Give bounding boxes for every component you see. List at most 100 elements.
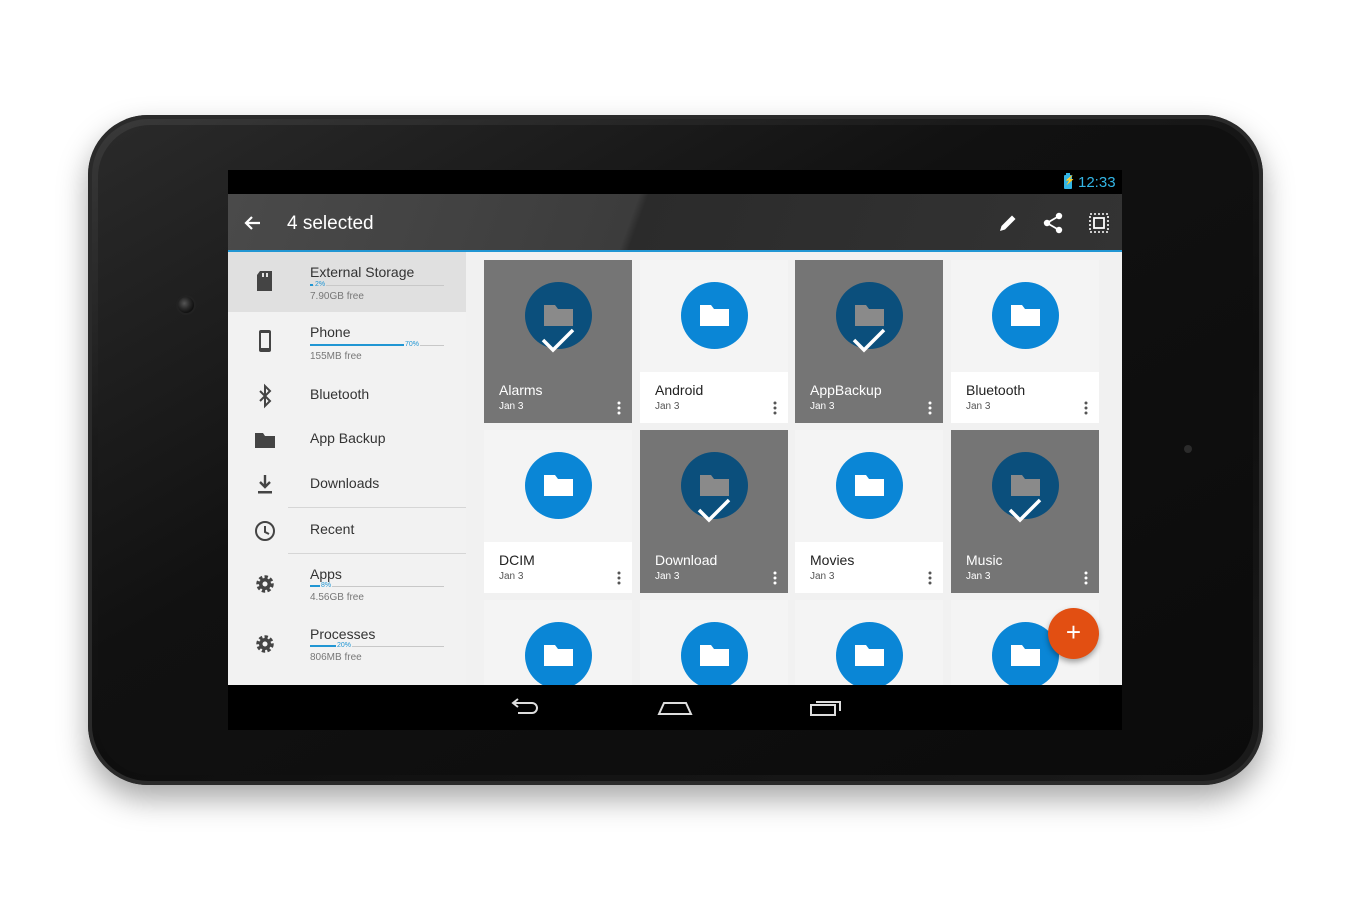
checkmark-icon: [852, 328, 886, 353]
front-camera: [178, 297, 194, 313]
more-vert-icon[interactable]: [616, 400, 622, 416]
folder-card[interactable]: Alarms Jan 3: [484, 260, 632, 423]
sidebar-item-apps[interactable]: Apps 8% 4.56GB free: [228, 554, 466, 614]
sidebar-item-label: Phone: [310, 324, 351, 340]
selection-count-title: 4 selected: [287, 213, 374, 234]
folder-info: Download Jan 3: [640, 542, 788, 593]
folder-name: Movies: [810, 552, 855, 568]
folder-badge: [525, 282, 592, 353]
folder-card[interactable]: [484, 600, 632, 685]
more-vert-icon[interactable]: [1083, 400, 1089, 416]
more-vert-icon[interactable]: [772, 570, 778, 586]
status-clock: 12:33: [1078, 174, 1116, 191]
folder-info: Android Jan 3: [640, 372, 788, 423]
action-bar: 4 selected: [228, 194, 1122, 252]
storage-usage-percent: 8%: [320, 582, 333, 589]
bluetooth-icon: [259, 383, 272, 409]
folder-thumbnail: [484, 430, 632, 542]
sidebar-item-label: Bluetooth: [310, 386, 370, 402]
sidebar-item-app-backup[interactable]: App Backup: [228, 417, 466, 462]
gear-icon: [256, 635, 274, 653]
folder-card[interactable]: Bluetooth Jan 3: [951, 260, 1099, 423]
folder-date: Jan 3: [655, 401, 680, 412]
home-icon[interactable]: [657, 694, 693, 720]
folder-name: Alarms: [499, 382, 543, 398]
folder-date: Jan 3: [499, 571, 524, 582]
folder-card[interactable]: Android Jan 3: [640, 260, 788, 423]
folder-name: Android: [655, 382, 704, 398]
folder-thumbnail: [640, 600, 788, 685]
sidebar-item-label: Processes: [310, 626, 376, 642]
storage-usage-percent: 70%: [404, 341, 421, 348]
screen: 12:33 4 selected External Storage 2%: [228, 170, 1122, 730]
sidebar-item-external-storage[interactable]: External Storage 2% 7.90GB free: [228, 252, 466, 312]
storage-usage-fill: [310, 645, 337, 647]
folder-name: Bluetooth: [966, 382, 1026, 398]
folder-badge: [836, 452, 903, 519]
folder-date: Jan 3: [966, 401, 991, 412]
folder-info: AppBackup Jan 3: [795, 372, 943, 423]
sidebar-item-downloads[interactable]: Downloads: [228, 462, 466, 507]
folder-icon: [1011, 475, 1040, 496]
back-arrow-icon[interactable]: [238, 208, 268, 238]
sidebar-item-processes[interactable]: Processes 20% 806MB free: [228, 614, 466, 674]
folder-badge: [681, 452, 748, 523]
checkmark-icon: [697, 498, 731, 523]
recent-apps-icon[interactable]: [808, 694, 844, 720]
folder-card[interactable]: DCIM Jan 3: [484, 430, 632, 593]
folder-icon: [700, 645, 729, 666]
folder-card[interactable]: Music Jan 3: [951, 430, 1099, 593]
add-fab-button[interactable]: +: [1048, 608, 1099, 659]
edit-icon[interactable]: [994, 209, 1022, 237]
share-icon[interactable]: [1039, 209, 1067, 237]
folder-thumbnail: [951, 430, 1099, 542]
folder-info: Alarms Jan 3: [484, 372, 632, 423]
storage-usage-percent: 20%: [336, 642, 353, 649]
folder-badge: [525, 622, 592, 685]
phone-icon: [259, 330, 271, 352]
light-sensor: [1184, 445, 1192, 453]
folder-date: Jan 3: [966, 571, 991, 582]
sidebar-item-phone[interactable]: Phone 70% 155MB free: [228, 312, 466, 372]
battery-icon: [1064, 173, 1072, 189]
folder-thumbnail: [795, 430, 943, 542]
folder-icon: [544, 645, 573, 666]
checkmark-icon: [541, 328, 575, 353]
folder-thumbnail: [640, 260, 788, 372]
sidebar-item-label: Recent: [310, 521, 355, 537]
folder-info: Movies Jan 3: [795, 542, 943, 593]
folder-date: Jan 3: [810, 571, 835, 582]
folder-card[interactable]: [795, 600, 943, 685]
folder-icon: [544, 475, 573, 496]
folder-thumbnail: [484, 600, 632, 685]
more-vert-icon[interactable]: [772, 400, 778, 416]
more-vert-icon[interactable]: [927, 570, 933, 586]
folder-icon: [855, 305, 884, 326]
select-all-icon[interactable]: [1085, 209, 1113, 237]
storage-usage-fill: [310, 344, 404, 346]
folder-name: Music: [966, 552, 1003, 568]
more-vert-icon[interactable]: [927, 400, 933, 416]
sidebar-item-bluetooth[interactable]: Bluetooth: [228, 372, 466, 417]
folder-badge: [992, 282, 1059, 349]
storage-usage-fill: [310, 284, 313, 286]
folder-icon: [700, 305, 729, 326]
sidebar-item-label: External Storage: [310, 264, 415, 280]
storage-free-text: 7.90GB free: [310, 291, 364, 302]
folder-card[interactable]: Download Jan 3: [640, 430, 788, 593]
more-vert-icon[interactable]: [616, 570, 622, 586]
storage-usage-bar: 8%: [310, 582, 444, 589]
folder-badge: [836, 622, 903, 685]
clock-icon: [255, 521, 275, 541]
more-vert-icon[interactable]: [1083, 570, 1089, 586]
folder-icon: [1011, 645, 1040, 666]
folder-icon: [544, 305, 573, 326]
sidebar-item-recent[interactable]: Recent: [228, 508, 466, 553]
folder-badge: [525, 452, 592, 519]
folder-date: Jan 3: [499, 401, 524, 412]
back-icon[interactable]: [506, 694, 542, 720]
folder-thumbnail: [951, 260, 1099, 372]
folder-card[interactable]: AppBackup Jan 3: [795, 260, 943, 423]
folder-card[interactable]: [640, 600, 788, 685]
folder-card[interactable]: Movies Jan 3: [795, 430, 943, 593]
